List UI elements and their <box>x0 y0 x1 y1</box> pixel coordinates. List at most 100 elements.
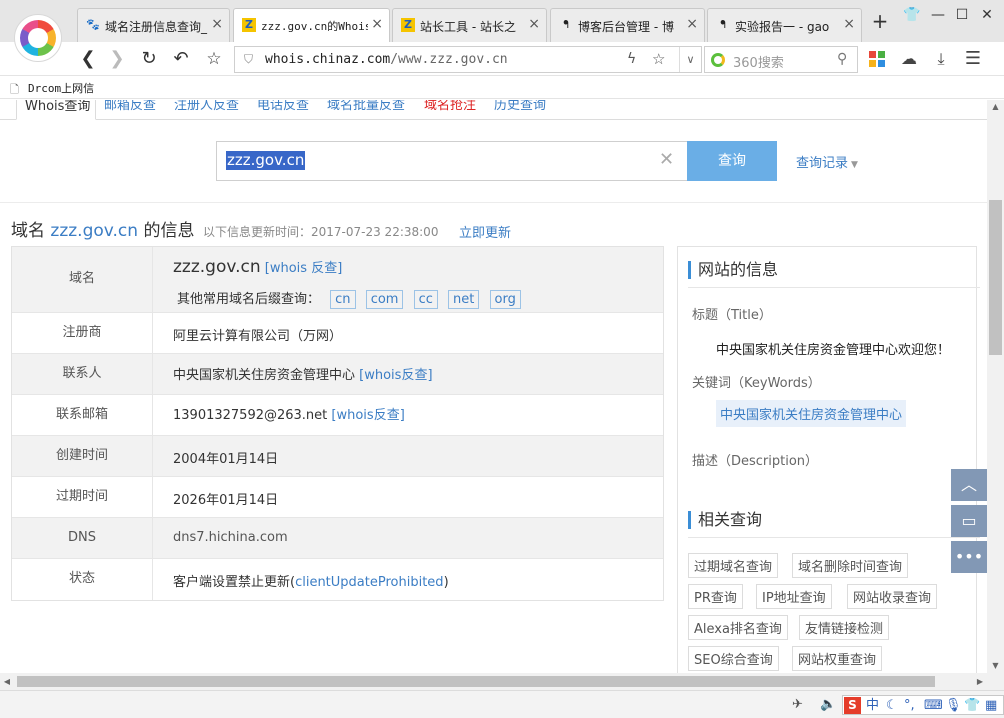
favorite-star-icon[interactable]: ☆ <box>203 48 225 70</box>
skin-icon: 👕 <box>964 698 981 713</box>
query-value: zzz.gov.cn <box>226 151 306 170</box>
status-code-link[interactable]: clientUpdateProhibited <box>295 575 443 590</box>
apps-grid-icon[interactable] <box>869 51 885 67</box>
chinaz-icon: Z <box>401 18 415 32</box>
subnav-registrant-reverse[interactable]: 注册人反查 <box>174 100 239 113</box>
bookmark-star-icon[interactable]: ☆ <box>652 50 665 68</box>
suffix-cn[interactable]: cn <box>330 290 356 309</box>
keyboard-icon: ⌨ <box>924 698 943 713</box>
related-link[interactable]: SEO综合查询 <box>688 646 779 671</box>
new-tab-button[interactable]: + <box>870 11 890 31</box>
close-icon[interactable]: × <box>371 16 383 32</box>
lightning-icon[interactable]: ϟ <box>627 51 636 67</box>
subnav-domain-snap[interactable]: 域名抢注 <box>424 100 476 113</box>
pin-icon[interactable]: ✈ <box>792 697 803 713</box>
clear-icon[interactable]: ✕ <box>659 149 674 170</box>
refresh-now-link[interactable]: 立即更新 <box>459 222 511 241</box>
url-text[interactable]: whois.chinaz.com/www.zzz.gov.cn <box>265 52 508 67</box>
subnav-history[interactable]: 历史查询 <box>494 100 546 113</box>
table-row-domain: 域名 zzz.gov.cn [whois 反查] 其他常用域名后缀查询： cn … <box>12 247 663 313</box>
related-link[interactable]: IP地址查询 <box>756 584 832 609</box>
suffix-cc[interactable]: cc <box>413 290 438 309</box>
close-icon[interactable]: × <box>528 16 540 32</box>
related-link[interactable]: 网站收录查询 <box>847 584 938 609</box>
close-icon[interactable]: × <box>843 16 855 32</box>
status-prefix: 客户端设置禁止更新( <box>173 575 296 590</box>
scroll-down-arrow[interactable]: ▼ <box>987 659 1004 673</box>
feedback-button[interactable]: ▭ <box>951 505 987 537</box>
download-icon[interactable]: ⤓ <box>930 48 952 70</box>
suffix-org[interactable]: org <box>489 290 521 309</box>
more-button[interactable]: ••• <box>951 541 987 573</box>
scroll-left-arrow[interactable]: ◀ <box>0 673 14 690</box>
sogou-logo-icon: S <box>844 697 861 714</box>
related-link[interactable]: 网站权重查询 <box>792 646 883 671</box>
close-window-icon[interactable]: ✕ <box>977 6 997 24</box>
scroll-thumb[interactable] <box>989 200 1002 355</box>
tab-webmaster-tools[interactable]: Z 站长工具 - 站长之 × <box>392 8 547 42</box>
vertical-scrollbar[interactable]: ▲ ▼ <box>987 100 1004 673</box>
browser-logo[interactable] <box>14 14 62 62</box>
divider <box>688 537 980 538</box>
scrollbar-corner <box>987 673 1004 690</box>
search-icon[interactable]: ⚲ <box>837 51 847 67</box>
row-value: dns7.hichina.com <box>173 530 288 545</box>
close-icon[interactable]: × <box>686 16 698 32</box>
domain-query-input[interactable]: zzz.gov.cn ✕ <box>216 141 688 181</box>
related-link[interactable]: PR查询 <box>688 584 743 609</box>
related-link[interactable]: 友情链接检测 <box>799 615 890 640</box>
maximize-icon[interactable]: ☐ <box>952 6 972 24</box>
scroll-up-arrow[interactable]: ▲ <box>987 100 1004 114</box>
search-box[interactable]: 360搜索 ⚲ <box>704 46 858 73</box>
speaker-icon[interactable]: 🔈 <box>820 697 836 713</box>
forward-icon[interactable]: ❯ <box>106 48 128 70</box>
query-history-dropdown[interactable]: 查询记录 ▼ <box>796 152 858 171</box>
navigation-bar: ❮ ❯ ↻ ↶ ☆ ⛉ whois.chinaz.com/www.zzz.gov… <box>0 42 1004 76</box>
cloud-icon[interactable]: ☁ <box>898 48 920 70</box>
scroll-right-arrow[interactable]: ▶ <box>973 673 987 690</box>
whois-reverse-link[interactable]: [whois 反查] <box>265 261 343 276</box>
undo-icon[interactable]: ↶ <box>170 48 192 70</box>
related-link[interactable]: 过期域名查询 <box>688 553 779 578</box>
back-icon[interactable]: ❮ <box>77 48 99 70</box>
whois-table: 域名 zzz.gov.cn [whois 反查] 其他常用域名后缀查询： cn … <box>11 246 664 601</box>
title-label: 标题（Title） <box>692 308 772 323</box>
horizontal-scrollbar[interactable]: ◀ ▶ <box>0 673 987 690</box>
sub-navigation: Whois查询 邮箱反查 注册人反查 电话反查 域名批量反查 域名抢注 历史查询 <box>0 100 987 120</box>
scroll-thumb[interactable] <box>17 676 935 687</box>
subnav-email-reverse[interactable]: 邮箱反查 <box>104 100 156 113</box>
address-bar[interactable]: ⛉ whois.chinaz.com/www.zzz.gov.cn ϟ ☆ ∨ <box>234 46 702 73</box>
suffix-net[interactable]: net <box>448 290 480 309</box>
close-icon[interactable]: × <box>211 16 223 32</box>
tab-lab-report[interactable]: ᖳ 实验报告一 - gao × <box>707 8 862 42</box>
back-to-top-button[interactable]: ︿ <box>951 469 987 501</box>
grid-icon: ▦ <box>985 698 998 713</box>
heading-domain: zzz.gov.cn <box>50 221 139 241</box>
table-row-contact: 联系人 中央国家机关住房资金管理中心 [whois反查] <box>12 354 663 395</box>
chevron-down-icon[interactable]: ∨ <box>679 47 701 72</box>
input-method-bar[interactable]: S 中 ☾ °, ⌨ 🎙 👕 ▦ <box>842 695 1004 715</box>
skin-icon[interactable]: 👕 <box>902 6 922 24</box>
refresh-icon[interactable]: ↻ <box>138 48 160 70</box>
row-value: 2026年01月14日 <box>173 493 279 508</box>
subnav-phone-reverse[interactable]: 电话反查 <box>257 100 309 113</box>
tab-zzz-whois[interactable]: Z zzz.gov.cn的Whois × <box>233 8 390 43</box>
related-link[interactable]: 域名删除时间查询 <box>792 553 909 578</box>
keyword-tag[interactable]: 中央国家机关住房资金管理中心 <box>716 400 907 427</box>
minimize-icon[interactable]: — <box>928 6 948 24</box>
search-engine-icon <box>711 53 725 67</box>
subnav-batch-reverse[interactable]: 域名批量反查 <box>327 100 405 113</box>
divider <box>688 287 980 288</box>
related-link[interactable]: Alexa排名查询 <box>688 615 788 640</box>
tab-whois-register-query[interactable]: 🐾 域名注册信息查询_ × <box>77 8 230 42</box>
tab-blog-admin[interactable]: ᖳ 博客后台管理 - 博 × <box>550 8 705 42</box>
whois-reverse-link[interactable]: [whois反查] <box>331 408 404 423</box>
subnav-whois[interactable]: Whois查询 <box>16 100 96 120</box>
menu-icon[interactable]: ☰ <box>962 48 984 70</box>
query-button[interactable]: 查询 <box>687 141 777 181</box>
contact-email: 13901327592@263.net <box>173 408 328 423</box>
suffix-com[interactable]: com <box>365 290 404 309</box>
bookmark-drcom[interactable]: Drcom上网信 <box>28 80 94 96</box>
heading-suffix: 的信息 <box>143 221 195 241</box>
whois-reverse-link[interactable]: [whois反查] <box>359 368 432 383</box>
